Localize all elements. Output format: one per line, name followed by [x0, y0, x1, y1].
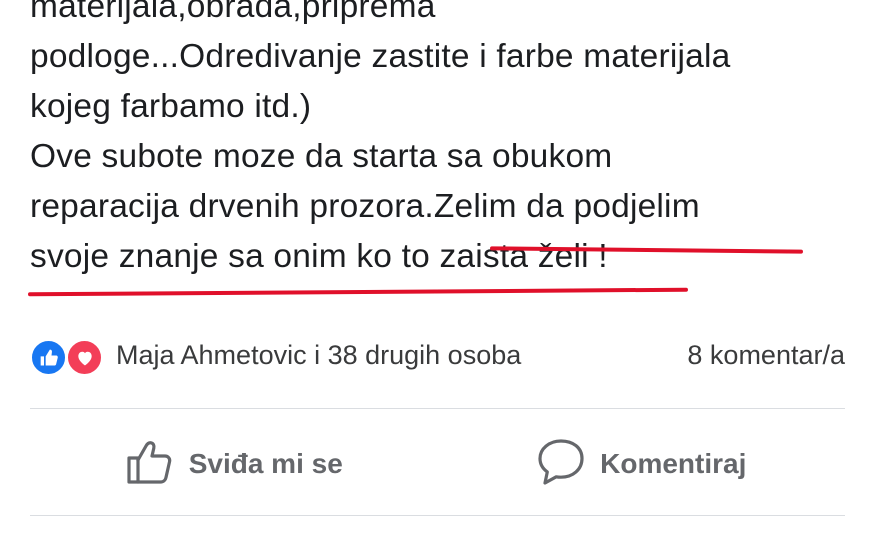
love-icon [66, 339, 103, 376]
post-actions: Sviđa mi se Komentiraj [30, 410, 845, 518]
divider [30, 408, 845, 409]
like-icon [30, 339, 67, 376]
comment-label: Komentiraj [600, 448, 747, 479]
reactors-summary[interactable]: Maja Ahmetovic i 38 drugih osoba [116, 340, 521, 371]
post-line: podloge...Odredivanje zastite i farbe ma… [30, 38, 731, 75]
post-line-segment: ! [588, 238, 608, 275]
post-line-segment: reparacija drvenih prozora. [30, 188, 434, 225]
comments-count[interactable]: 8 komentar/a [687, 340, 845, 371]
post-line: materijala,obrada,priprema [30, 0, 436, 25]
post-line: svoje znanje sa onim ko to zaista želi ! [30, 232, 860, 282]
post-line: kojeg farbamo itd.) [30, 88, 312, 125]
post-line: Ove subote moze da starta sa obukom [30, 138, 613, 175]
reactions-bar[interactable]: Maja Ahmetovic i 38 drugih osoba 8 komen… [30, 335, 845, 376]
like-button[interactable]: Sviđa mi se [30, 410, 438, 518]
highlighted-text: Zelim da podjelim [433, 188, 700, 225]
post-text: materijala,obrada,priprema podloge...Odr… [30, 0, 860, 282]
red-underline-mark [27, 287, 689, 297]
comment-button[interactable]: Komentiraj [438, 410, 846, 518]
comment-icon [536, 437, 586, 492]
like-label: Sviđa mi se [188, 448, 343, 479]
post-line: reparacija drvenih prozora.Zelim da podj… [30, 182, 860, 232]
reaction-icons[interactable] [30, 335, 106, 376]
thumbs-up-icon [125, 438, 175, 491]
divider [30, 515, 845, 516]
highlighted-text: svoje znanje sa onim ko to zaista želi [30, 238, 589, 275]
